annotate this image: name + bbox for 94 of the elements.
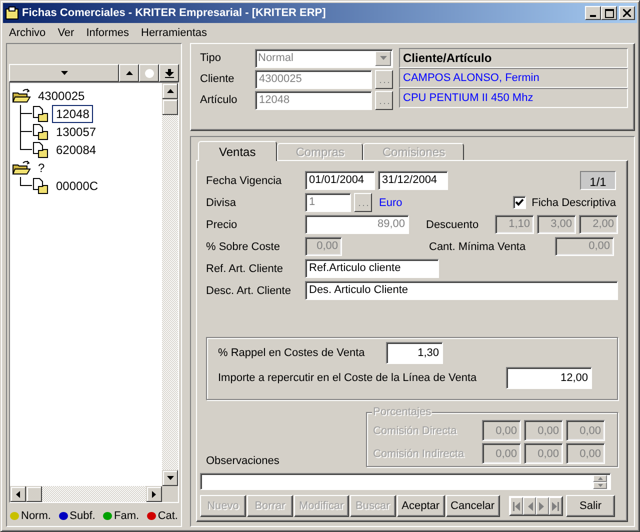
tree-item[interactable]: 4300025 (34, 87, 89, 105)
field-label: Importe a repercutir en el Coste de la Línea de Venta (218, 372, 478, 384)
scroll-thumb[interactable] (162, 99, 178, 115)
field-label: Precio (206, 218, 238, 230)
prev-record-button[interactable] (522, 497, 536, 515)
field-label: Cliente (200, 73, 236, 85)
dropdown-button[interactable] (9, 64, 119, 82)
tree-item[interactable]: 12048 (52, 105, 94, 123)
browse-button[interactable] (375, 90, 393, 110)
browse-button[interactable] (354, 193, 372, 212)
tree-connector (20, 105, 32, 123)
legend-label: Subf. (70, 510, 96, 522)
exit-button[interactable]: Salir (566, 495, 615, 517)
up-triangle-icon (126, 71, 132, 75)
record-counter: 1/1 (580, 171, 616, 190)
field-label: Observaciones (206, 455, 280, 467)
tree-item[interactable]: ? (34, 159, 49, 177)
amount-field[interactable]: 12,00 (506, 367, 592, 389)
legend-label: Fam. (114, 510, 140, 522)
first-record-button[interactable] (510, 497, 523, 515)
document-folder-icon (32, 124, 50, 140)
open-folder-icon (12, 160, 32, 176)
date-field[interactable]: 31/12/2004 (378, 171, 448, 190)
window-title: Fichas Comerciales - KRITER Empresarial - [KRITER ERP] (22, 7, 326, 19)
skip-icon (552, 502, 559, 510)
scroll-up-button[interactable] (162, 83, 178, 99)
text-field[interactable]: Ref.Articulo cliente (305, 259, 439, 278)
menu-item[interactable]: Herramientas (135, 27, 214, 39)
scroll-left-button[interactable] (10, 486, 26, 502)
minimize-button[interactable] (585, 6, 601, 20)
scroll-right-button[interactable] (146, 486, 162, 502)
date-field[interactable]: 01/01/2004 (305, 171, 375, 190)
up-arrow-icon (166, 89, 174, 93)
field-label: % Rappel en Costes de Venta (218, 346, 366, 358)
spin-control[interactable] (593, 474, 607, 488)
field-label: Tipo (200, 52, 222, 64)
tree-connector (20, 177, 32, 186)
down-to-line-icon (164, 68, 174, 78)
action-button[interactable]: Aceptar (396, 495, 445, 517)
text-field[interactable]: Des. Articulo Cliente (305, 281, 618, 300)
right-arrow-icon (152, 490, 156, 498)
field-label: % Sobre Coste (206, 240, 281, 252)
action-button[interactable]: Cancelar (446, 495, 500, 517)
close-icon (623, 9, 631, 17)
field-label: Artículo (200, 94, 238, 106)
left-arrow-icon (16, 490, 20, 498)
next-record-button[interactable] (536, 497, 549, 515)
tree-item[interactable]: 130057 (52, 123, 100, 141)
info-text: CPU PENTIUM II 450 Mhz (399, 88, 628, 108)
document-folder-icon (32, 142, 50, 158)
scrollbar-corner (162, 486, 178, 502)
menu-item[interactable]: Ver (52, 27, 80, 39)
circle-button[interactable] (139, 64, 159, 82)
document-folder-icon (32, 106, 50, 122)
field-label: Desc. Art. Cliente (206, 284, 292, 296)
open-folder-icon (12, 88, 32, 104)
document-folder-icon (32, 178, 50, 194)
tab[interactable]: Ventas (198, 141, 277, 161)
move-bottom-button[interactable] (159, 64, 179, 82)
field-label: Fecha Vigencia (206, 174, 283, 186)
field-label: Ref. Art. Cliente (206, 262, 284, 274)
field-label: Divisa (206, 196, 237, 208)
tree-item[interactable]: 00000C (52, 177, 102, 195)
info-title: Cliente/Artículo (399, 48, 628, 68)
close-button[interactable] (619, 6, 635, 20)
browse-button[interactable] (375, 70, 393, 88)
checkbox-label: Ficha Descriptiva (532, 196, 616, 208)
maximize-icon (604, 8, 614, 18)
move-up-button[interactable] (119, 64, 139, 82)
field-label: Cant. Mínima Venta (429, 240, 526, 252)
app-icon (5, 6, 19, 20)
skip-icon (512, 502, 520, 510)
legend-label: Cat. (158, 510, 178, 522)
last-record-button[interactable] (548, 497, 562, 515)
tree-item[interactable]: 620084 (52, 141, 100, 159)
scroll-down-button[interactable] (162, 470, 178, 486)
menu-item[interactable]: Archivo (3, 27, 52, 39)
circle-icon (144, 68, 154, 78)
percent-field[interactable]: 1,30 (386, 342, 443, 364)
scroll-thumb[interactable] (26, 486, 42, 502)
caret-icon (60, 71, 68, 75)
checkbox[interactable] (512, 196, 526, 209)
maximize-button[interactable] (601, 6, 617, 20)
up-arrow-icon (598, 476, 602, 480)
info-text: CAMPOS ALONSO, Fermin (399, 68, 628, 88)
menu-item[interactable]: Informes (80, 27, 135, 39)
down-arrow-icon (598, 484, 602, 486)
caret-icon (380, 56, 386, 60)
currency-name: Euro (379, 196, 402, 208)
notes-field[interactable] (200, 473, 611, 490)
field-label: Descuento (426, 218, 479, 230)
legend-label: Norm. (21, 510, 51, 522)
check-icon (514, 198, 524, 207)
down-arrow-icon (166, 476, 174, 480)
